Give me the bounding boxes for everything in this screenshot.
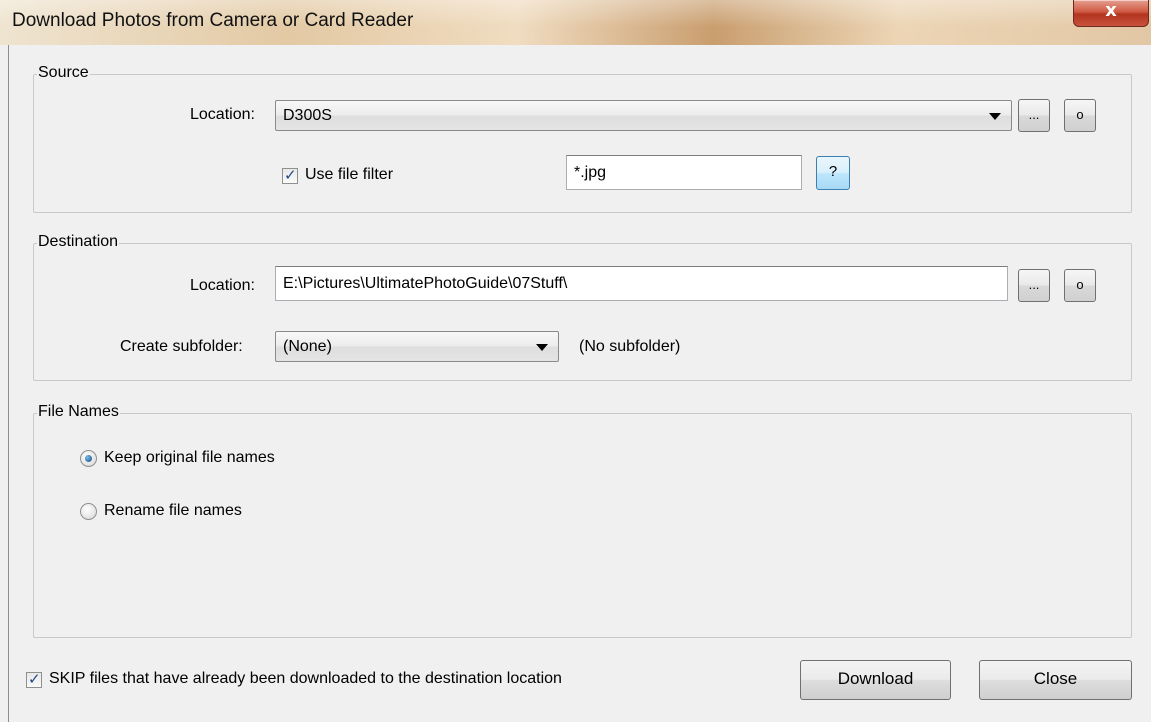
- destination-group-title: Destination: [37, 233, 120, 251]
- create-subfolder-value: (None): [283, 338, 332, 355]
- skip-downloaded-checkbox[interactable]: ✓: [26, 670, 42, 688]
- source-location-label: Location:: [190, 106, 255, 123]
- file-names-group: File Names: [33, 403, 1132, 638]
- use-file-filter-label: Use file filter: [305, 166, 394, 183]
- source-group-title: Source: [37, 64, 90, 82]
- chevron-down-icon: [536, 344, 548, 351]
- close-button[interactable]: Close: [979, 660, 1132, 700]
- subfolder-hint: (No subfolder): [579, 338, 681, 355]
- destination-group: Destination: [33, 233, 1132, 381]
- checkmark-icon: ✓: [28, 670, 41, 688]
- chevron-down-icon: [989, 113, 1001, 120]
- destination-location-label: Location:: [190, 277, 255, 294]
- create-subfolder-dropdown[interactable]: (None): [275, 331, 559, 362]
- window-close-button[interactable]: x: [1073, 0, 1149, 27]
- radio-selected-dot: [85, 455, 92, 462]
- create-subfolder-label: Create subfolder:: [120, 338, 243, 355]
- destination-browse-button[interactable]: ...: [1018, 269, 1050, 302]
- rename-label: Rename file names: [104, 502, 242, 519]
- download-button[interactable]: Download: [800, 660, 951, 700]
- keep-original-label: Keep original file names: [104, 449, 275, 466]
- source-location-value: D300S: [283, 107, 332, 124]
- window-title: Download Photos from Camera or Card Read…: [12, 10, 414, 31]
- source-open-button[interactable]: o: [1064, 99, 1096, 132]
- destination-location-input[interactable]: E:\Pictures\UltimatePhotoGuide\07Stuff\: [275, 266, 1008, 301]
- rename-radio[interactable]: [80, 503, 97, 520]
- file-filter-value: *.jpg: [574, 164, 607, 181]
- source-browse-button[interactable]: ...: [1018, 99, 1050, 132]
- file-names-group-title: File Names: [37, 403, 120, 421]
- skip-downloaded-label: SKIP files that have already been downlo…: [49, 670, 562, 687]
- dialog-body: Source Location: D300S ... o ✓ Use file …: [8, 45, 1151, 722]
- checkmark-icon: ✓: [284, 166, 297, 184]
- file-filter-help-button[interactable]: ?: [816, 156, 850, 190]
- use-file-filter-checkbox[interactable]: ✓: [282, 166, 298, 184]
- source-group: Source: [33, 64, 1132, 213]
- title-bar[interactable]: Download Photos from Camera or Card Read…: [0, 0, 1151, 45]
- keep-original-radio[interactable]: [80, 450, 97, 467]
- source-location-dropdown[interactable]: D300S: [275, 100, 1012, 131]
- file-filter-input[interactable]: *.jpg: [566, 155, 802, 190]
- destination-location-value: E:\Pictures\UltimatePhotoGuide\07Stuff\: [283, 275, 568, 292]
- destination-open-button[interactable]: o: [1064, 269, 1096, 302]
